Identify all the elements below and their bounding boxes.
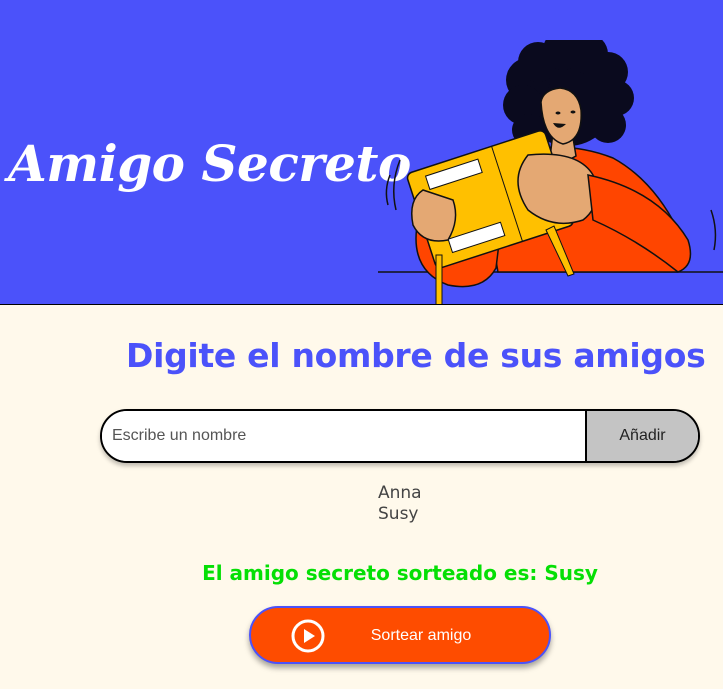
- page-title: Amigo Secreto: [8, 134, 411, 193]
- draw-result: El amigo secreto sorteado es: Susy: [202, 561, 598, 585]
- input-group: Añadir: [100, 409, 700, 463]
- section-subtitle: Digite el nombre de sus amigos: [126, 336, 706, 375]
- friends-list: Anna Susy: [378, 483, 422, 525]
- draw-button[interactable]: Sortear amigo: [249, 606, 551, 664]
- name-input[interactable]: [102, 411, 585, 461]
- list-item: Susy: [378, 504, 419, 524]
- add-button[interactable]: Añadir: [585, 411, 698, 461]
- gift-illustration: [378, 40, 723, 304]
- list-item: Anna: [378, 483, 422, 503]
- header-banner: Amigo Secreto: [0, 0, 723, 305]
- draw-button-label: Sortear amigo: [370, 627, 472, 644]
